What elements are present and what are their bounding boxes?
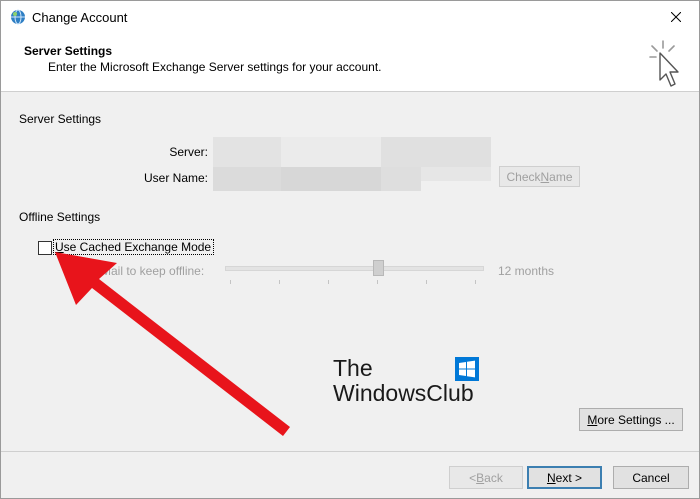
- redacted-block: [213, 137, 281, 167]
- server-label: Server:: [169, 145, 208, 159]
- watermark-line1: The: [333, 355, 373, 381]
- globe-icon: [11, 9, 25, 25]
- more-settings-button[interactable]: More Settings ...: [579, 408, 683, 431]
- back-accesskey: B: [476, 470, 485, 485]
- cancel-button[interactable]: Cancel: [613, 466, 689, 489]
- window-title: Change Account: [32, 10, 128, 25]
- slider-track: [225, 266, 484, 271]
- next-label-post: ext >: [555, 470, 583, 485]
- footer-divider: [1, 451, 699, 452]
- back-label-pre: <: [469, 470, 477, 485]
- slider-tick: [377, 280, 378, 284]
- offline-settings-label: Offline Settings: [19, 210, 101, 224]
- mail-keep-offline-value: 12 months: [498, 264, 555, 278]
- slider-tick: [426, 280, 427, 284]
- page-header: Server Settings Enter the Microsoft Exch…: [1, 33, 699, 91]
- cached-mode-accesskey: U: [55, 240, 64, 254]
- cached-mode-label-post: se Cached Exchange Mode: [63, 240, 212, 254]
- redacted-block: [281, 137, 381, 167]
- username-label: User Name:: [143, 171, 208, 185]
- slider-tick: [230, 280, 231, 284]
- more-settings-label-post: ore Settings ...: [597, 412, 675, 427]
- check-name-label-post: ame: [549, 169, 573, 184]
- back-label-post: ack: [484, 470, 503, 485]
- slider-tick: [279, 280, 280, 284]
- header-divider: [1, 91, 699, 92]
- cached-mode-checkbox[interactable]: [38, 241, 52, 255]
- check-name-label-pre: Check: [506, 169, 541, 184]
- red-arrow-shape: [55, 252, 290, 436]
- page-subtitle: Enter the Microsoft Exchange Server sett…: [48, 60, 382, 74]
- next-button[interactable]: Next >: [527, 466, 602, 489]
- redacted-block: [381, 137, 491, 167]
- cached-mode-label[interactable]: Use Cached Exchange Mode: [53, 239, 215, 255]
- redacted-block: [381, 167, 421, 191]
- mail-keep-offline-label: Mail to keep offline:: [101, 264, 205, 278]
- next-accesskey: N: [546, 470, 556, 485]
- page-title: Server Settings: [24, 44, 113, 58]
- change-account-dialog: Change Account Server Settings Enter the…: [0, 0, 700, 499]
- close-button[interactable]: [653, 1, 699, 33]
- check-name-accesskey: N: [540, 169, 550, 184]
- redacted-block: [421, 167, 491, 181]
- server-settings-label: Server Settings: [19, 112, 102, 126]
- close-icon: [671, 12, 681, 22]
- more-settings-accesskey: M: [587, 412, 598, 427]
- windows-logo-icon: [455, 357, 479, 381]
- wizard-cursor-icon: [649, 40, 679, 87]
- windowsclub-watermark: The WindowsClub: [333, 355, 479, 406]
- back-button[interactable]: < Back: [449, 466, 523, 489]
- check-name-button[interactable]: Check Name: [499, 166, 580, 187]
- watermark-line2: WindowsClub: [333, 380, 474, 406]
- redacted-block: [213, 167, 281, 191]
- slider-tick: [475, 280, 476, 284]
- redacted-block: [281, 167, 381, 191]
- slider-tick: [328, 280, 329, 284]
- title-bar: Change Account: [1, 1, 699, 33]
- slider-thumb[interactable]: [373, 260, 384, 276]
